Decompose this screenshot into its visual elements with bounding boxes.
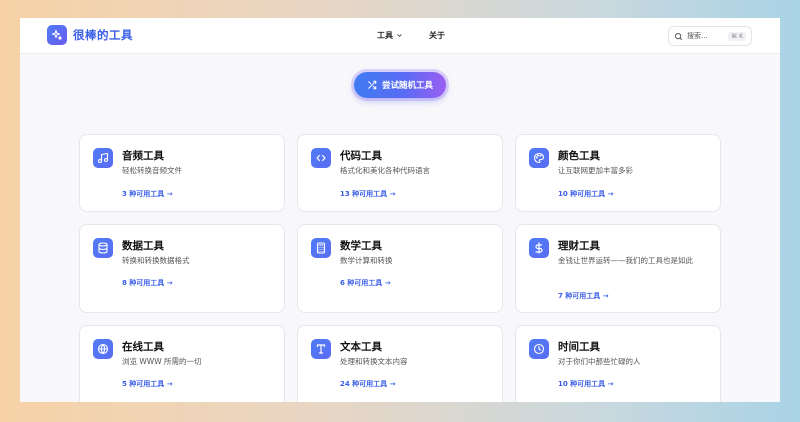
card-desc: 金钱让世界运转——我们的工具也是如此	[558, 256, 693, 265]
category-card-color[interactable]: 颜色工具 让互联网更加丰富多彩 10 种可用工具 →	[515, 134, 721, 212]
nav-about-label: 关于	[429, 31, 445, 40]
app-window: 很棒的工具 工具 关于 搜索... ⌘ K 尝试随机工具 音频工具 轻松转换音频…	[20, 18, 780, 402]
category-card-text[interactable]: 文本工具 处理和转换文本内容 24 种可用工具 →	[297, 325, 503, 402]
search-shortcut: ⌘ K	[728, 31, 746, 41]
card-title: 在线工具	[122, 341, 164, 353]
card-tool-count-link[interactable]: 3 种可用工具 →	[122, 189, 173, 199]
shuffle-icon	[368, 80, 377, 90]
card-title: 文本工具	[340, 341, 382, 353]
card-tool-count-link[interactable]: 10 种可用工具 →	[558, 379, 613, 389]
music-note-icon	[93, 148, 113, 168]
dollar-icon	[529, 238, 549, 258]
card-title: 代码工具	[340, 150, 382, 162]
palette-icon	[529, 148, 549, 168]
search-box[interactable]: 搜索... ⌘ K	[668, 26, 752, 46]
random-tool-button[interactable]: 尝试随机工具	[354, 72, 446, 98]
main-nav: 工具 关于	[368, 26, 454, 45]
card-desc: 格式化和美化各种代码语言	[340, 166, 430, 175]
code-brackets-icon	[311, 148, 331, 168]
card-title: 时间工具	[558, 341, 600, 353]
card-title: 理财工具	[558, 240, 600, 252]
random-tool-label: 尝试随机工具	[381, 81, 433, 91]
card-tool-count-link[interactable]: 13 种可用工具 →	[340, 189, 395, 199]
text-type-icon	[311, 339, 331, 359]
nav-tools-label: 工具	[377, 31, 393, 40]
sparkle-icon	[47, 25, 67, 45]
card-title: 数据工具	[122, 240, 164, 252]
card-tool-count-link[interactable]: 24 种可用工具 →	[340, 379, 395, 389]
calculator-icon	[311, 238, 331, 258]
globe-icon	[93, 339, 113, 359]
card-desc: 浏览 WWW 所需的一切	[122, 357, 202, 366]
card-tool-count-link[interactable]: 8 种可用工具 →	[122, 278, 173, 288]
card-desc: 转换和转换数据格式	[122, 256, 190, 265]
search-icon	[675, 32, 682, 40]
database-icon	[93, 238, 113, 258]
card-title: 音频工具	[122, 150, 164, 162]
card-title: 数学工具	[340, 240, 382, 252]
clock-icon	[529, 339, 549, 359]
chevron-down-icon	[397, 34, 402, 37]
category-card-audio[interactable]: 音频工具 轻松转换音频文件 3 种可用工具 →	[79, 134, 285, 212]
card-desc: 让互联网更加丰富多彩	[558, 166, 633, 175]
nav-tools[interactable]: 工具	[368, 26, 412, 45]
card-title: 颜色工具	[558, 150, 600, 162]
logo-text: 很棒的工具	[73, 28, 133, 42]
category-card-data[interactable]: 数据工具 转换和转换数据格式 8 种可用工具 →	[79, 224, 285, 313]
card-tool-count-link[interactable]: 6 种可用工具 →	[340, 278, 391, 288]
card-tool-count-link[interactable]: 5 种可用工具 →	[122, 379, 173, 389]
card-desc: 轻松转换音频文件	[122, 166, 182, 175]
card-desc: 数学计算和转换	[340, 256, 393, 265]
category-card-code[interactable]: 代码工具 格式化和美化各种代码语言 13 种可用工具 →	[297, 134, 503, 212]
category-card-math[interactable]: 数学工具 数学计算和转换 6 种可用工具 →	[297, 224, 503, 313]
card-desc: 对于你们中那些忙碌的人	[558, 357, 641, 366]
card-tool-count-link[interactable]: 10 种可用工具 →	[558, 189, 613, 199]
card-desc: 处理和转换文本内容	[340, 357, 408, 366]
nav-about[interactable]: 关于	[420, 26, 454, 45]
card-tool-count-link[interactable]: 7 种可用工具 →	[558, 291, 609, 301]
site-logo[interactable]: 很棒的工具	[47, 25, 133, 45]
category-card-time[interactable]: 时间工具 对于你们中那些忙碌的人 10 种可用工具 →	[515, 325, 721, 402]
category-card-finance[interactable]: 理财工具 金钱让世界运转——我们的工具也是如此 7 种可用工具 →	[515, 224, 721, 313]
top-header: 很棒的工具 工具 关于 搜索... ⌘ K	[20, 18, 780, 54]
search-placeholder: 搜索...	[687, 32, 708, 40]
category-card-web[interactable]: 在线工具 浏览 WWW 所需的一切 5 种可用工具 →	[79, 325, 285, 402]
